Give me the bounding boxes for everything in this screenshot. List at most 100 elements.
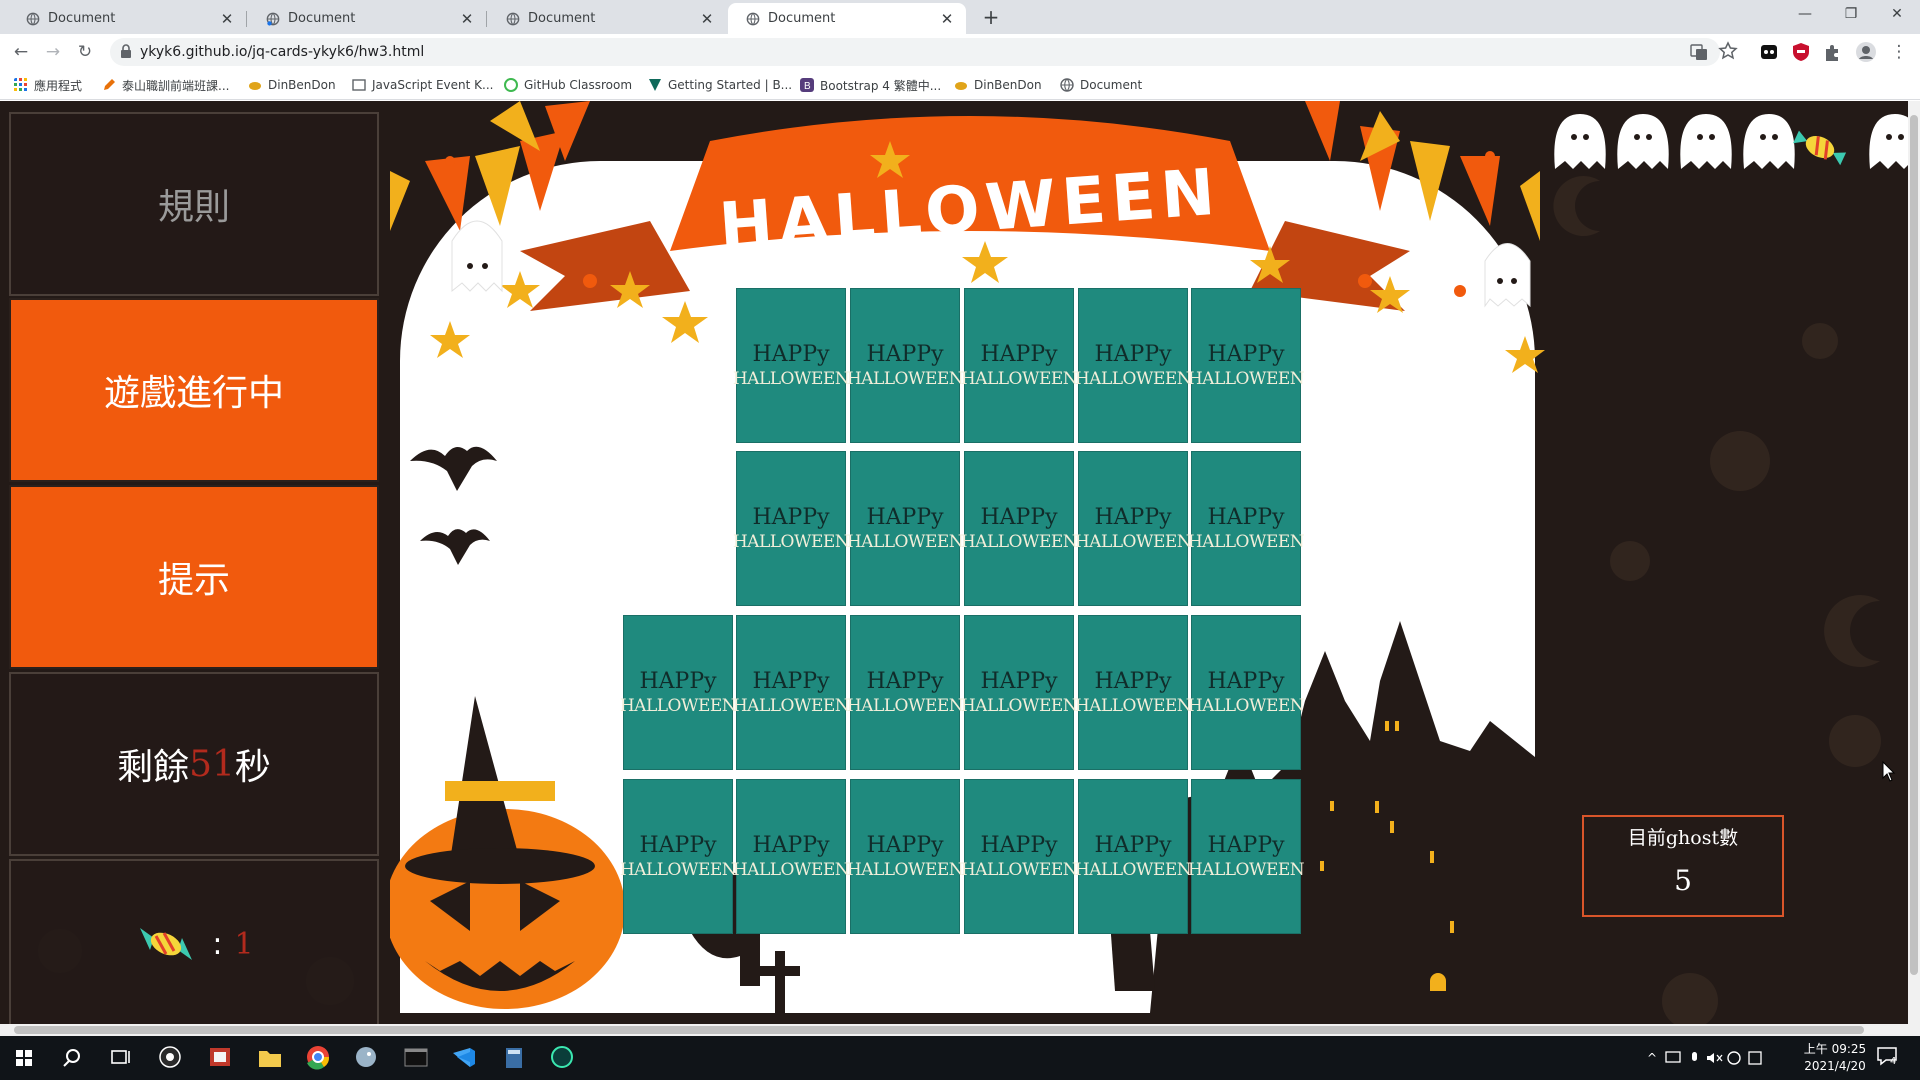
memory-card[interactable]: HAPPy HALLOWEEN xyxy=(733,615,850,770)
bookmark-item[interactable]: DinBenDon xyxy=(248,70,336,100)
browser-tab[interactable]: Document ✕ xyxy=(248,3,487,34)
game-status-button[interactable]: 遊戲進行中 xyxy=(9,298,379,482)
memory-card[interactable]: HAPPy HALLOWEEN xyxy=(1075,779,1192,934)
card-text-halloween: HALLOWEEN xyxy=(732,531,850,552)
close-tab-icon[interactable]: ✕ xyxy=(938,10,956,28)
close-tab-icon[interactable]: ✕ xyxy=(218,10,236,28)
reload-button[interactable]: ↻ xyxy=(72,39,98,65)
timer-suffix: 秒 xyxy=(234,747,271,788)
menu-kebab-icon[interactable]: ⋮ xyxy=(1886,39,1912,65)
memory-card[interactable]: HAPPy HALLOWEEN xyxy=(1188,451,1305,606)
bookmark-item[interactable]: 泰山職訓前端班課... xyxy=(102,70,229,100)
bookmark-item[interactable]: JavaScript Event K... xyxy=(352,70,493,100)
memory-card[interactable]: HAPPy HALLOWEEN xyxy=(847,288,964,443)
memory-card[interactable]: HAPPy HALLOWEEN xyxy=(1075,615,1192,770)
memory-card[interactable]: HAPPy HALLOWEEN xyxy=(733,288,850,443)
app-icon-obs[interactable] xyxy=(146,1036,194,1080)
memory-card[interactable]: HAPPy HALLOWEEN xyxy=(620,615,737,770)
minimize-button[interactable]: — xyxy=(1782,0,1828,30)
card-text-happy: HAPPy xyxy=(752,504,830,530)
memory-card[interactable]: HAPPy HALLOWEEN xyxy=(961,451,1078,606)
bookmark-label: DinBenDon xyxy=(268,78,336,92)
app-icon-toolbox[interactable] xyxy=(196,1036,244,1080)
extension-icon[interactable] xyxy=(1758,41,1780,63)
browser-tab[interactable]: Document ✕ xyxy=(8,3,247,34)
bookmark-label: DinBenDon xyxy=(974,78,1042,92)
bookmark-item[interactable]: GitHub Classroom xyxy=(504,70,632,100)
address-bar[interactable]: ykyk6.github.io/jq-cards-ykyk6/hw3.html xyxy=(110,38,1720,66)
bookmark-item[interactable]: Document xyxy=(1060,70,1142,100)
rules-button[interactable]: 規則 xyxy=(9,112,379,296)
memory-card[interactable]: HAPPy HALLOWEEN xyxy=(847,451,964,606)
card-text-halloween: HALLOWEEN xyxy=(1074,368,1192,389)
system-tray: ^ xyxy=(1640,1036,1768,1080)
bookmark-apps[interactable]: 應用程式 xyxy=(14,70,82,100)
puzzle-extensions-icon[interactable] xyxy=(1822,41,1844,63)
calculator-icon[interactable] xyxy=(490,1036,538,1080)
app-icon-green[interactable] xyxy=(538,1036,586,1080)
memory-card[interactable]: HAPPy HALLOWEEN xyxy=(1075,451,1192,606)
tray-chevron-icon[interactable]: ^ xyxy=(1640,1051,1664,1065)
card-text-halloween: HALLOWEEN xyxy=(960,859,1078,880)
card-text-happy: HAPPy xyxy=(1094,668,1172,694)
notification-center-button[interactable]: 4 xyxy=(1876,1046,1906,1070)
browser-tab-active[interactable]: Document ✕ xyxy=(728,3,966,34)
file-explorer-icon[interactable] xyxy=(246,1036,294,1080)
task-view-icon[interactable] xyxy=(96,1036,144,1080)
vertical-scrollbar[interactable] xyxy=(1908,101,1920,1024)
windows-start-icon[interactable] xyxy=(0,1036,48,1080)
forward-button[interactable]: → xyxy=(40,39,66,65)
close-window-button[interactable]: ✕ xyxy=(1874,0,1920,30)
card-text-happy: HAPPy xyxy=(980,668,1058,694)
browser-tab[interactable]: Document ✕ xyxy=(488,3,726,34)
card-text-halloween: HALLOWEEN xyxy=(960,368,1078,389)
clock-date: 2021/4/20 xyxy=(1804,1059,1866,1073)
memory-card[interactable]: HAPPy HALLOWEEN xyxy=(620,779,737,934)
memory-card[interactable]: HAPPy HALLOWEEN xyxy=(733,779,850,934)
memory-card[interactable]: HAPPy HALLOWEEN xyxy=(961,615,1078,770)
status-icon[interactable] xyxy=(1724,1050,1744,1066)
card-text-happy: HAPPy xyxy=(1207,341,1285,367)
memory-card[interactable]: HAPPy HALLOWEEN xyxy=(1188,615,1305,770)
network-icon[interactable] xyxy=(1664,1050,1684,1066)
rules-label: 規則 xyxy=(157,187,230,228)
memory-card[interactable]: HAPPy HALLOWEEN xyxy=(1074,288,1192,443)
memory-card[interactable]: HAPPy HALLOWEEN xyxy=(846,779,964,934)
bookmark-star-icon[interactable] xyxy=(1718,41,1738,61)
memory-card[interactable]: HAPPy HALLOWEEN xyxy=(846,615,964,770)
app-icon-bird[interactable] xyxy=(342,1036,390,1080)
profile-avatar-icon[interactable] xyxy=(1855,41,1877,63)
memory-card[interactable]: HAPPy HALLOWEEN xyxy=(1188,779,1305,934)
restore-button[interactable]: ❐ xyxy=(1828,0,1874,30)
bookmark-item[interactable]: DinBenDon xyxy=(954,70,1042,100)
candy-separator: : xyxy=(212,926,223,962)
hint-button[interactable]: 提示 xyxy=(9,485,379,669)
volume-muted-icon[interactable] xyxy=(1704,1050,1724,1066)
bookmark-item[interactable]: B Bootstrap 4 繁體中... xyxy=(800,70,941,100)
tab-title: Document xyxy=(48,11,116,26)
horizontal-scrollbar[interactable] xyxy=(0,1024,1920,1036)
new-tab-button[interactable]: + xyxy=(978,6,1004,30)
memory-card[interactable]: HAPPy HALLOWEEN xyxy=(1188,288,1305,443)
url-text: ykyk6.github.io/jq-cards-ykyk6/hw3.html xyxy=(140,44,425,60)
translate-icon[interactable] xyxy=(1690,43,1708,61)
shield-extension-icon[interactable] xyxy=(1790,41,1812,63)
card-text-halloween: HALLOWEEN xyxy=(846,859,964,880)
memory-card[interactable]: HAPPy HALLOWEEN xyxy=(960,779,1078,934)
memory-card[interactable]: HAPPy HALLOWEEN xyxy=(732,451,850,606)
terminal-icon[interactable] xyxy=(392,1036,440,1080)
close-tab-icon[interactable]: ✕ xyxy=(698,10,716,28)
taskbar-clock[interactable]: 上午 09:25 2021/4/20 xyxy=(1795,1041,1875,1075)
card-text-happy: HAPPy xyxy=(639,668,717,694)
close-tab-icon[interactable]: ✕ xyxy=(458,10,476,28)
vscode-icon[interactable] xyxy=(440,1036,488,1080)
memory-card[interactable]: HAPPy HALLOWEEN xyxy=(960,288,1078,443)
microphone-icon[interactable] xyxy=(1684,1050,1704,1066)
ime-icon[interactable] xyxy=(1744,1050,1768,1066)
back-button[interactable]: ← xyxy=(8,39,34,65)
card-text-halloween: HALLOWEEN xyxy=(846,695,964,716)
browser-toolbar: ← → ↻ ykyk6.github.io/jq-cards-ykyk6/hw3… xyxy=(0,34,1920,70)
bookmark-item[interactable]: Getting Started | B... xyxy=(648,70,792,100)
search-icon[interactable] xyxy=(48,1036,96,1080)
chrome-icon[interactable] xyxy=(294,1036,342,1080)
